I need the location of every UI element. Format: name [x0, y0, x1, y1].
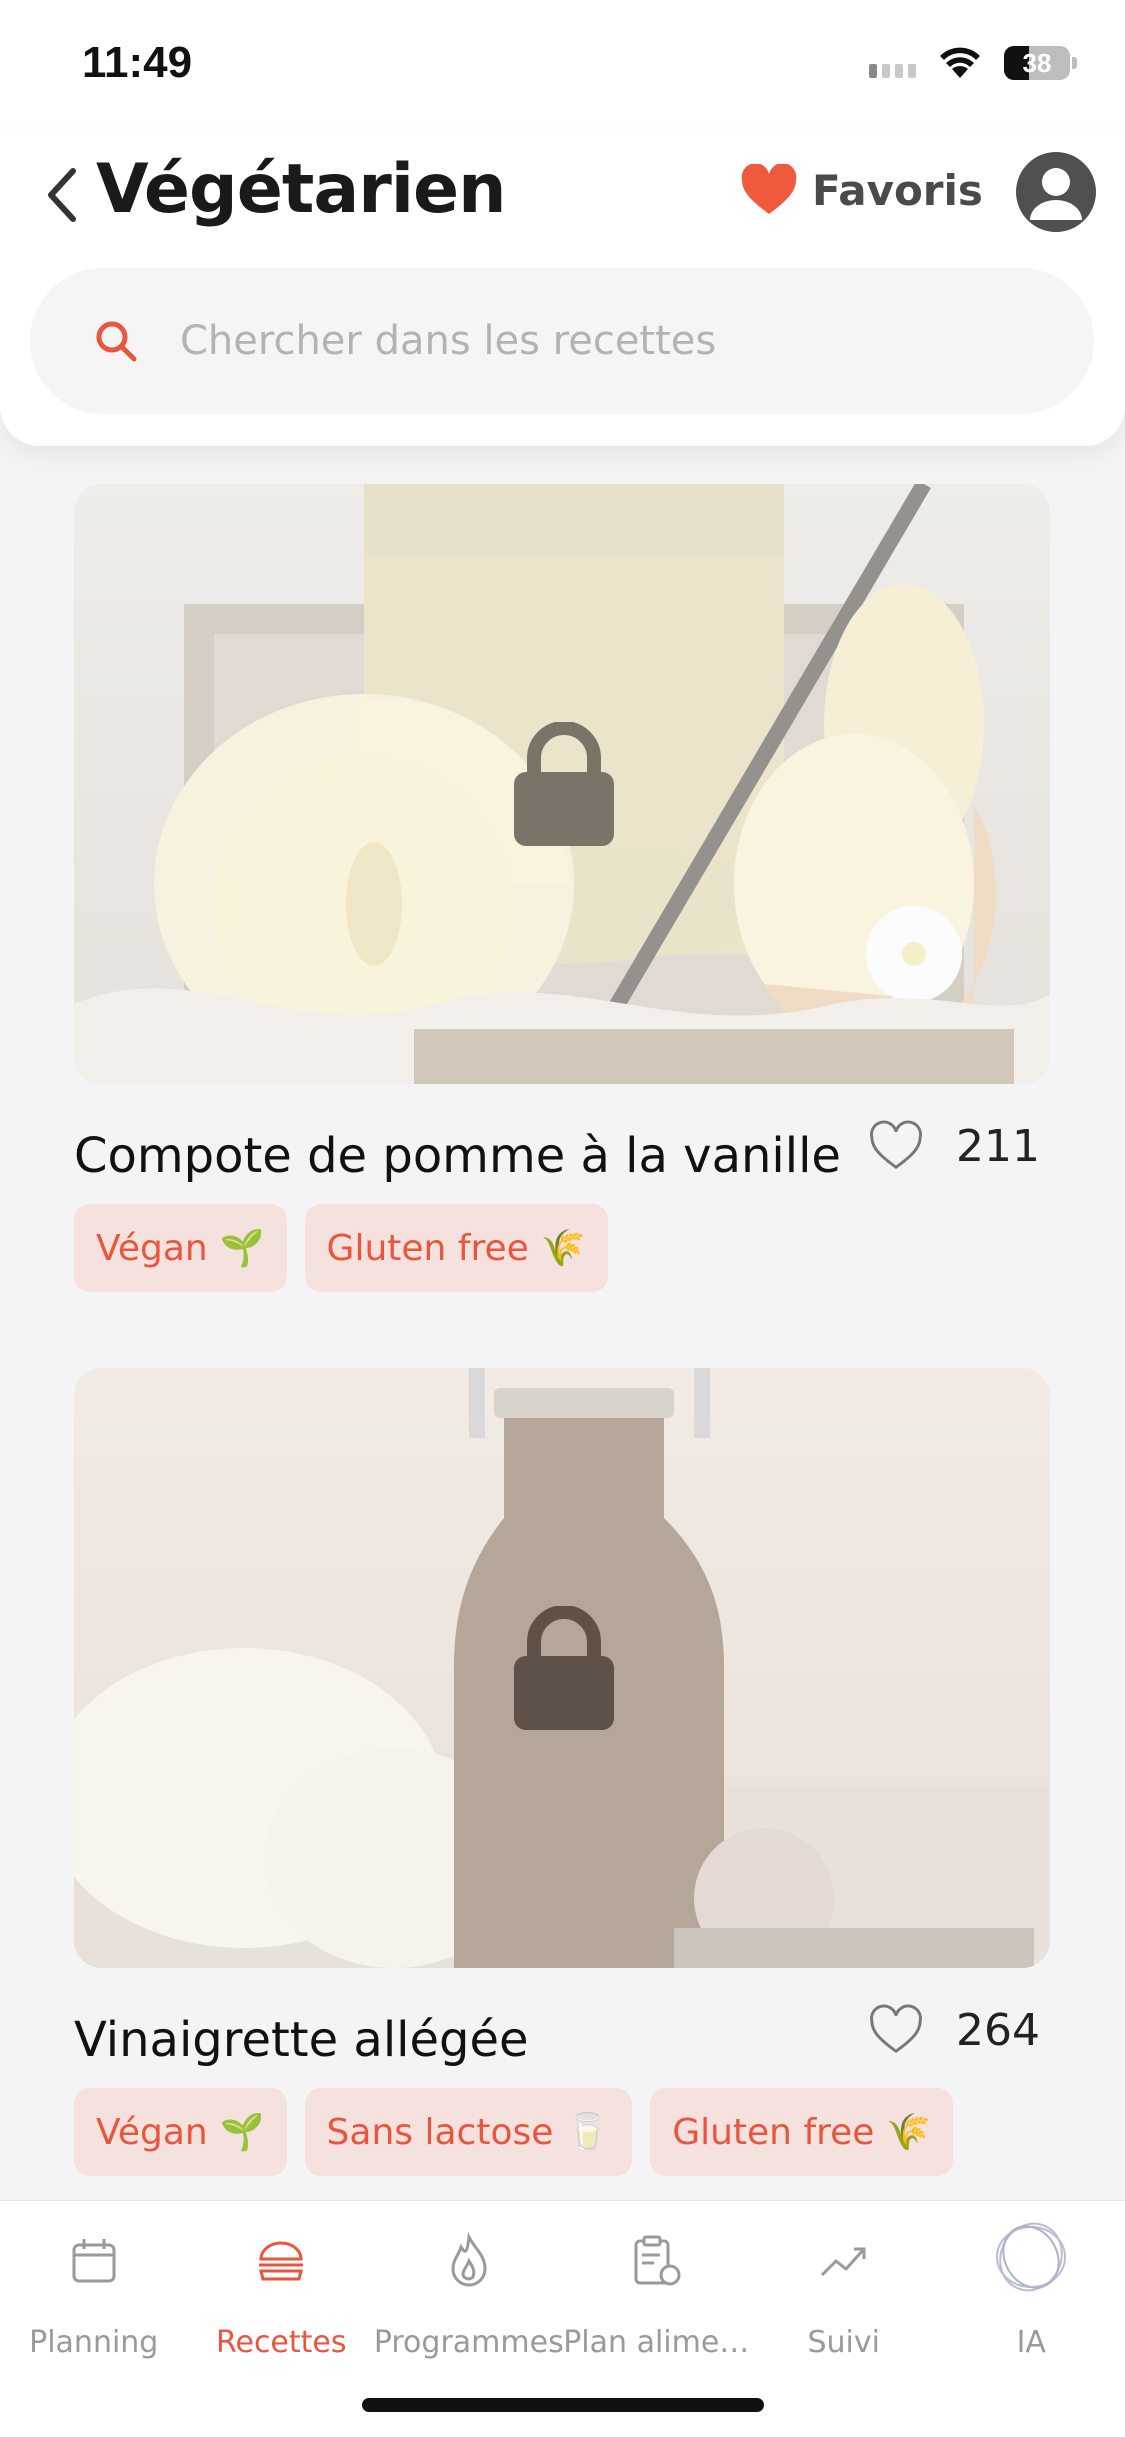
trend-icon	[814, 2231, 874, 2291]
tab-plan-alimentaire[interactable]: Plan alime…	[563, 2231, 751, 2360]
likes-count: 264	[956, 2005, 1040, 2056]
lock-icon	[512, 722, 616, 846]
back-button[interactable]	[32, 160, 92, 230]
heart-outline-icon[interactable]	[868, 1120, 924, 1172]
recipe-title: Vinaigrette allégée	[74, 2012, 529, 2068]
chevron-left-icon	[45, 167, 79, 223]
recipe-image[interactable]	[74, 1368, 1050, 1968]
ai-orb-icon	[991, 2217, 1071, 2297]
tab-label: Programmes	[374, 2325, 564, 2360]
likes-count: 211	[956, 1121, 1040, 1172]
heart-icon	[740, 164, 798, 216]
lock-icon	[512, 1606, 616, 1730]
tag-vegan: Végan🌱	[74, 2088, 287, 2176]
tab-ia[interactable]: IA	[938, 2231, 1125, 2360]
search-input[interactable]	[178, 317, 982, 365]
recipe-card[interactable]: Vinaigrette allégée 264 Végan🌱 Sans lact…	[74, 1368, 1050, 1968]
tag-vegan: Végan🌱	[74, 1204, 287, 1292]
header: Végétarien Favoris	[0, 130, 1125, 446]
recipe-tags: Végan🌱 Gluten free🌾	[74, 1204, 608, 1292]
profile-avatar-button[interactable]	[1016, 152, 1096, 232]
tab-planning[interactable]: Planning	[0, 2231, 188, 2360]
recipe-image[interactable]	[74, 484, 1050, 1084]
cellular-signal-icon	[869, 48, 916, 78]
wifi-icon	[938, 46, 982, 80]
status-time: 11:49	[82, 38, 192, 88]
recipe-card[interactable]: Compote de pomme à la vanille 211 Végan🌱…	[74, 484, 1050, 1084]
tag-gluten-free: Gluten free🌾	[650, 2088, 953, 2176]
favorites-label: Favoris	[812, 166, 983, 215]
status-bar: 11:49 38	[0, 0, 1125, 140]
search-icon	[92, 317, 140, 365]
search-bar[interactable]	[30, 268, 1094, 414]
like-counter[interactable]: 264	[868, 2004, 1040, 2056]
tab-label: IA	[1017, 2325, 1046, 2360]
recipe-tags: Végan🌱 Sans lactose🥛 Gluten free🌾	[74, 2088, 953, 2176]
tab-recettes[interactable]: Recettes	[188, 2231, 376, 2360]
tab-programmes[interactable]: Programmes	[375, 2231, 563, 2360]
like-counter[interactable]: 211	[868, 1120, 1040, 1172]
recipe-title: Compote de pomme à la vanille	[74, 1128, 841, 1184]
burger-icon	[251, 2231, 311, 2291]
status-icons: 38	[869, 46, 1077, 80]
home-indicator	[362, 2398, 764, 2412]
tab-label: Plan alime…	[563, 2325, 749, 2360]
tab-label: Planning	[29, 2325, 158, 2360]
heart-outline-icon[interactable]	[868, 2004, 924, 2056]
clipboard-apple-icon	[626, 2231, 686, 2291]
tab-label: Recettes	[216, 2325, 347, 2360]
tab-label: Suivi	[808, 2325, 880, 2360]
tab-suivi[interactable]: Suivi	[750, 2231, 938, 2360]
battery-icon: 38	[1004, 46, 1077, 80]
page-title: Végétarien	[96, 150, 506, 229]
flame-icon	[439, 2231, 499, 2291]
user-icon	[1016, 152, 1096, 232]
calendar-icon	[64, 2231, 124, 2291]
tag-lactose-free: Sans lactose🥛	[305, 2088, 633, 2176]
tag-gluten-free: Gluten free🌾	[305, 1204, 608, 1292]
favorites-button[interactable]: Favoris	[740, 164, 983, 216]
